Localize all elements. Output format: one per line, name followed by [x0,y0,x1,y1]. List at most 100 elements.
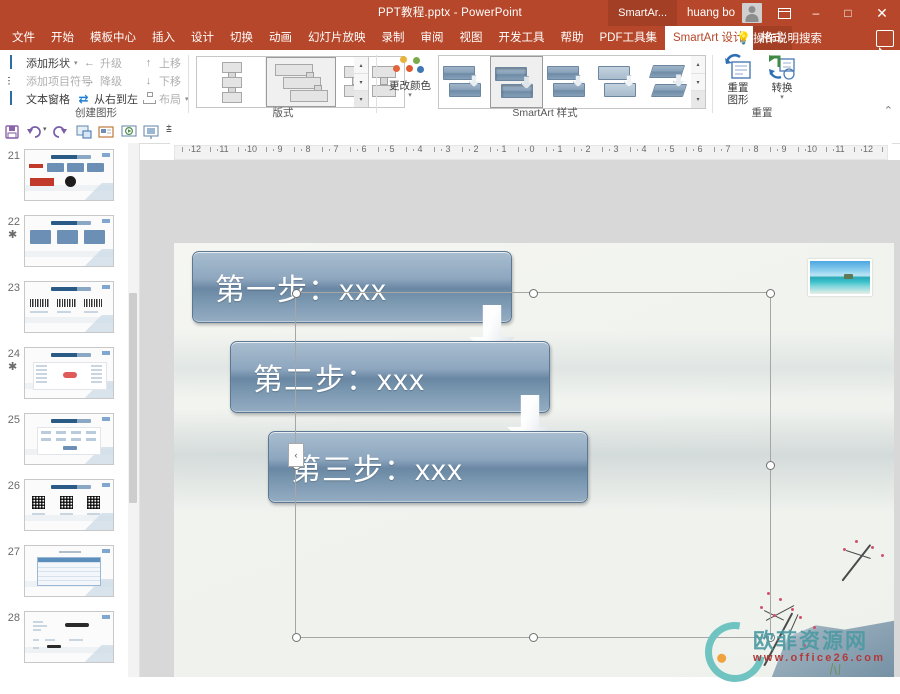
styles-gallery-scroll[interactable]: ▴ ▾ ▾ [691,55,706,109]
context-tab-chip[interactable]: SmartAr... [608,0,678,26]
slide-thumbnail-panel[interactable]: 21 22 ✱ 23 24 ✱ 25 26 27 28 [0,143,128,677]
thumbnail-scrollbar[interactable] [128,143,140,677]
animation-star-icon: ✱ [8,229,18,241]
thumbnail-preview[interactable] [24,347,114,399]
tab-pdf-tools[interactable]: PDF工具集 [592,26,666,50]
style-item-cartoon[interactable] [543,56,594,106]
selection-handle-top-center[interactable] [529,289,538,298]
gallery-scroll-down-icon[interactable]: ▾ [354,74,368,91]
style-item-inset[interactable] [490,56,543,108]
selection-handle-bottom-left[interactable] [292,633,301,642]
thumbnail-number: 26 [7,480,20,492]
tab-animations[interactable]: 动画 [261,26,300,50]
tab-view[interactable]: 视图 [452,26,491,50]
slide-editing-area[interactable]: 第一步：xxx 第二步：xxx 第三步：xxx ‹ [140,160,900,677]
style-item-simple-fill[interactable] [439,56,490,106]
minimize-button[interactable]: – [800,0,832,26]
convert-button[interactable]: 转换 ▾ [760,53,804,102]
chevron-down-icon[interactable]: ▾ [74,59,78,67]
convert-label: 转换 [771,82,793,94]
layout-item-step-down-process[interactable] [266,57,336,107]
selection-handle-bottom-center[interactable] [529,633,538,642]
chevron-down-icon[interactable]: ▾ [760,94,804,102]
cmd-add-bullet[interactable]: 添加项目符号 [8,72,92,89]
ribbon-group-smartart-styles: 更改颜色 ▾ ▴ ▾ ▾ SmartArt 样式 [378,50,712,121]
account-name[interactable]: huang bo [677,7,742,19]
tab-template-center[interactable]: 模板中心 [82,26,144,50]
slideshow-from-current-icon[interactable] [121,124,138,140]
tab-record[interactable]: 录制 [374,26,413,50]
style-item-brick-scene-3d[interactable] [645,56,696,106]
save-icon[interactable] [4,124,21,140]
comment-icon[interactable] [876,30,894,51]
selection-handle-top-right[interactable] [766,289,775,298]
lightbulb-icon: 💡 [736,31,751,45]
tab-transitions[interactable]: 切换 [222,26,261,50]
cmd-demote[interactable]: → 降级 [82,72,122,89]
thumbnail-slide-22[interactable]: 22 ✱ [0,214,128,280]
thumbnail-slide-24[interactable]: 24 ✱ [0,346,128,412]
thumbnail-preview[interactable] [24,479,114,531]
thumbnail-preview[interactable] [24,611,114,663]
gallery-scroll-up-icon[interactable]: ▴ [354,57,368,74]
horizontal-ruler[interactable]: 12 11 10 9 8 7 6 5 4 3 2 1 0 1 2 3 4 5 6… [170,143,892,160]
tab-home[interactable]: 开始 [43,26,82,50]
text-pane-icon [8,90,23,106]
thumbnail-slide-28[interactable]: 28 [0,610,128,676]
thumbnail-preview[interactable] [24,281,114,333]
group-title-reset: 重置 [751,107,773,119]
tab-developer[interactable]: 开发工具 [491,26,553,50]
selection-handle-middle-right[interactable] [766,461,775,470]
thumbnail-slide-23[interactable]: 23 [0,280,128,346]
chevron-down-icon[interactable]: ▾ [386,92,434,100]
style-item-powder[interactable] [594,56,645,106]
chevron-up-icon[interactable]: ⌃ [884,104,893,117]
ribbon-display-options-icon[interactable] [768,0,800,26]
thumbnail-preview[interactable] [24,413,114,465]
change-colors-button[interactable]: 更改颜色 ▾ [386,54,434,100]
thumbnail-preview[interactable] [24,215,114,267]
redo-icon[interactable] [52,124,69,140]
thumbnail-scrollbar-thumb[interactable] [129,293,137,503]
thumbnail-slide-25[interactable]: 25 [0,412,128,478]
customize-quick-access-toolbar-icon[interactable]: ⩲ [166,124,172,135]
tab-design[interactable]: 设计 [183,26,222,50]
thumbnail-preview[interactable] [24,149,114,201]
ruler-tick: 4 [641,144,647,154]
tab-insert[interactable]: 插入 [144,26,183,50]
gallery-scroll-up-icon[interactable]: ▴ [691,56,705,74]
tell-me-search[interactable]: 💡 操作说明搜索 [736,26,822,50]
thumbnail-slide-27[interactable]: 27 [0,544,128,610]
undo-icon[interactable] [26,124,43,140]
cmd-move-up[interactable]: ↑ 上移 [141,54,181,71]
cmd-promote[interactable]: ← 升级 [82,54,122,71]
thumbnail-slide-26[interactable]: 26 [0,478,128,544]
ruler-tick: 8 [305,144,311,154]
thumbnail-slide-21[interactable]: 21 [0,148,128,214]
text-pane-toggle-button[interactable]: ‹ [288,443,304,467]
undo-dropdown-icon[interactable]: ▾ [43,125,47,133]
demote-arrow-icon: → [84,74,95,87]
group-divider [188,55,189,113]
reset-graphic-button[interactable]: 重置 图形 [716,53,760,106]
cmd-move-down[interactable]: ↓ 下移 [141,72,181,89]
start-from-beginning-icon[interactable] [76,124,93,140]
tab-slide-show[interactable]: 幻灯片放映 [300,26,374,50]
presenter-view-icon[interactable] [143,124,160,140]
selection-handle-top-left[interactable] [292,289,301,298]
tab-file[interactable]: 文件 [4,26,43,50]
cmd-label: 添加形状 [26,57,70,70]
avatar[interactable] [742,3,762,23]
new-slide-icon[interactable] [98,124,115,140]
cmd-add-shape[interactable]: 添加形状 ▾ [8,54,78,71]
layouts-gallery-scroll[interactable]: ▴ ▾ ▾ [354,56,369,108]
layout-icon [141,92,156,106]
thumbnail-preview[interactable] [24,545,114,597]
ruler-tick: 3 [613,144,619,154]
tab-review[interactable]: 审阅 [413,26,452,50]
tab-help[interactable]: 帮助 [553,26,592,50]
gallery-scroll-down-icon[interactable]: ▾ [691,74,705,92]
maximize-button[interactable]: □ [832,0,864,26]
close-button[interactable]: ✕ [864,0,900,26]
layout-item-vertical-process[interactable] [197,57,266,105]
